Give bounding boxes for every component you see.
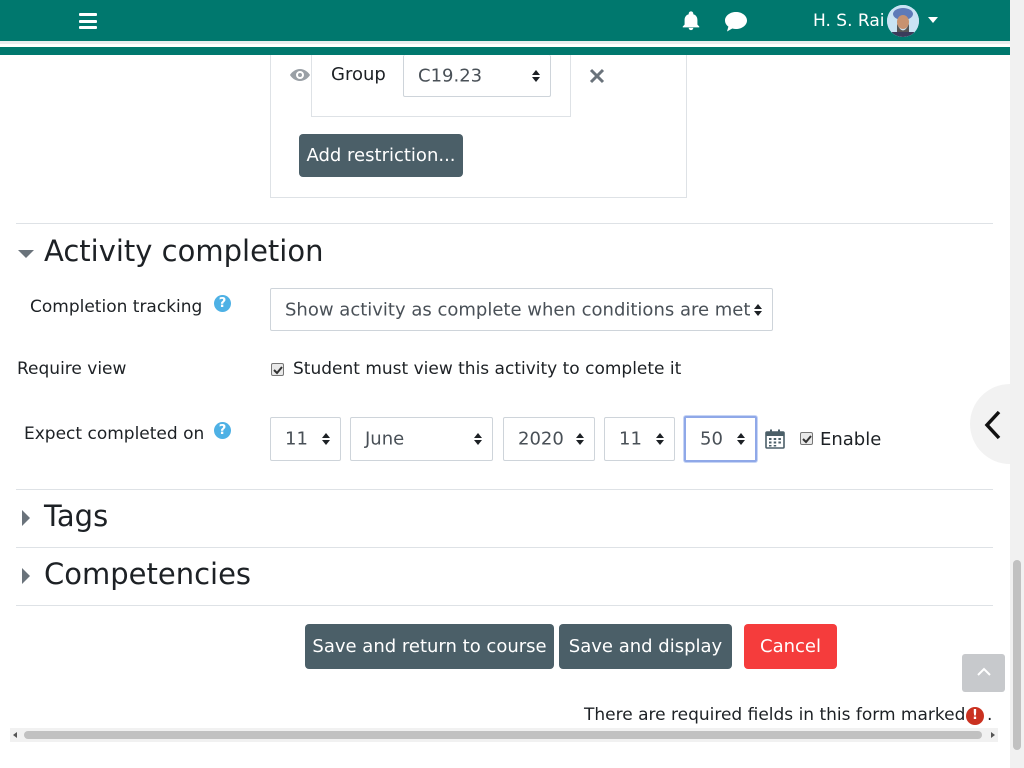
enable-date-label[interactable]: Enable: [820, 429, 881, 450]
select-arrows-icon: [532, 69, 540, 82]
checkmark-icon: [273, 366, 283, 375]
select-arrows-icon: [656, 433, 664, 445]
calendar-icon[interactable]: [765, 429, 785, 449]
select-arrows-icon: [754, 303, 762, 316]
add-restriction-button[interactable]: Add restriction...: [299, 134, 463, 177]
remove-restriction-close-icon[interactable]: [589, 68, 605, 84]
require-view-checkbox-label[interactable]: Student must view this activity to compl…: [293, 359, 681, 379]
select-arrows-icon: [322, 433, 330, 445]
enable-date-checkbox[interactable]: [800, 432, 813, 445]
scroll-left-arrow-icon[interactable]: [13, 732, 17, 738]
chevron-up-icon: [977, 667, 991, 676]
completion-tracking-select[interactable]: Show activity as complete when condition…: [270, 288, 773, 331]
month-select-value: June: [365, 428, 405, 450]
required-exclamation-icon: !: [966, 707, 984, 725]
minute-select-value: 50: [700, 428, 723, 450]
navbar-bottom-band: [0, 47, 1010, 55]
select-arrows-icon: [474, 433, 482, 445]
select-arrows-icon: [576, 433, 584, 445]
eye-icon[interactable]: [289, 67, 311, 83]
collapse-chevron-down-icon[interactable]: [18, 250, 34, 258]
require-view-checkbox[interactable]: [271, 363, 284, 376]
section-divider: [16, 605, 993, 606]
help-icon[interactable]: ?: [214, 295, 231, 312]
save-and-display-button[interactable]: Save and display: [559, 624, 732, 669]
activity-completion-heading[interactable]: Activity completion: [44, 234, 323, 268]
section-divider: [16, 547, 993, 548]
completion-tracking-value: Show activity as complete when condition…: [285, 299, 751, 320]
year-select-value: 2020: [518, 428, 564, 450]
back-to-top-button[interactable]: [962, 654, 1005, 692]
chevron-left-icon: [984, 410, 1001, 440]
vertical-scrollbar[interactable]: [1010, 0, 1024, 768]
expand-chevron-right-icon[interactable]: [22, 510, 30, 526]
day-select[interactable]: 11: [270, 417, 341, 461]
vertical-scrollbar-thumb[interactable]: [1013, 560, 1021, 750]
minute-select[interactable]: 50: [684, 416, 757, 462]
hour-select[interactable]: 11: [604, 417, 675, 461]
day-select-value: 11: [285, 428, 308, 450]
help-icon[interactable]: ?: [214, 422, 231, 439]
checkmark-icon: [802, 435, 812, 444]
user-name[interactable]: H. S. Rai: [813, 11, 884, 31]
required-fields-notice: There are required fields in this form m…: [584, 705, 966, 725]
hour-select-value: 11: [619, 428, 642, 450]
competencies-heading[interactable]: Competencies: [44, 557, 251, 591]
select-arrows-icon: [737, 433, 745, 445]
horizontal-scrollbar-thumb[interactable]: [24, 731, 982, 739]
month-select[interactable]: June: [350, 417, 493, 461]
expect-completed-label: Expect completed on: [24, 424, 205, 444]
tags-heading[interactable]: Tags: [44, 499, 108, 533]
group-select[interactable]: C19.23: [403, 55, 551, 97]
required-notice-period: .: [987, 705, 993, 725]
expand-chevron-right-icon[interactable]: [22, 568, 30, 584]
completion-tracking-label: Completion tracking: [30, 297, 203, 317]
notification-bell-icon[interactable]: [680, 10, 702, 32]
section-divider: [16, 489, 993, 490]
messages-chat-icon[interactable]: [724, 11, 748, 33]
year-select[interactable]: 2020: [503, 417, 595, 461]
group-select-value: C19.23: [418, 65, 483, 86]
require-view-label: Require view: [17, 359, 127, 379]
hamburger-menu-icon[interactable]: [79, 13, 97, 29]
scroll-right-arrow-icon[interactable]: [991, 732, 995, 738]
top-navbar: H. S. Rai: [0, 0, 1010, 44]
save-and-return-button[interactable]: Save and return to course: [305, 624, 554, 669]
user-avatar[interactable]: [887, 5, 919, 37]
horizontal-scrollbar[interactable]: [10, 728, 998, 742]
user-menu-caret-icon[interactable]: [928, 17, 938, 23]
cancel-button[interactable]: Cancel: [744, 624, 837, 669]
section-divider: [16, 223, 993, 224]
group-condition-label: Group: [331, 64, 386, 85]
